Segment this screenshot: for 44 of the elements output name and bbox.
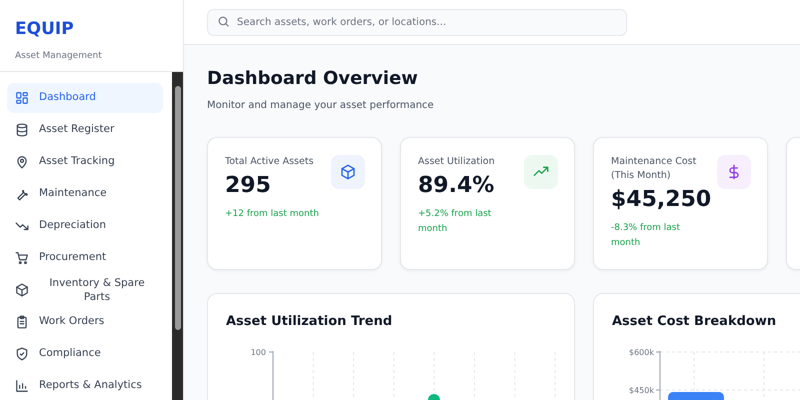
chart-title: Asset Cost Breakdown bbox=[612, 313, 778, 331]
search-icon bbox=[217, 15, 230, 28]
shield-check-icon bbox=[15, 347, 29, 361]
stat-change: +5.2% from last month bbox=[418, 208, 492, 236]
cart-icon bbox=[15, 251, 29, 265]
stat-value: 295 bbox=[225, 173, 271, 199]
wrench-icon bbox=[15, 187, 29, 201]
nav-item[interactable]: Reports & Analytics bbox=[7, 371, 163, 400]
stat-value: $45,250 bbox=[611, 187, 712, 213]
data-point bbox=[428, 394, 440, 400]
page-title: Dashboard Overview bbox=[207, 67, 419, 91]
axis-tick-label: $450k bbox=[629, 386, 654, 394]
stat-change: -8.3% from last month bbox=[611, 222, 682, 250]
nav-item[interactable]: Asset Register bbox=[7, 115, 163, 145]
location-pin-icon bbox=[15, 155, 29, 169]
bar bbox=[668, 392, 724, 400]
brand-logo: EQUIP bbox=[15, 19, 74, 39]
database-icon bbox=[15, 123, 29, 137]
nav-item[interactable]: Work Orders bbox=[7, 307, 163, 337]
y-axis bbox=[656, 350, 660, 400]
stat-value: 89.4% bbox=[418, 173, 494, 199]
package-icon bbox=[15, 283, 29, 297]
grid-icon bbox=[15, 91, 29, 105]
search-field[interactable]: Search assets, work orders, or locations... bbox=[207, 9, 627, 36]
nav-item[interactable]: Dashboard bbox=[7, 83, 163, 113]
axis-tick-label: $600k bbox=[629, 348, 654, 356]
brand-tagline: Asset Management bbox=[15, 50, 102, 63]
stat-label: Asset Utilization bbox=[418, 155, 495, 169]
nav-item[interactable]: Asset Tracking bbox=[7, 147, 163, 177]
stat-change: +12 from last month bbox=[225, 208, 319, 221]
page-subtitle: Monitor and manage your asset performance bbox=[207, 99, 434, 113]
chart-icon bbox=[15, 379, 29, 393]
axis-tick-label: 100 bbox=[250, 348, 266, 356]
nav-item[interactable]: Maintenance bbox=[7, 179, 163, 209]
y-axis bbox=[268, 350, 274, 400]
chart-title: Asset Utilization Trend bbox=[226, 313, 394, 331]
scrollbar[interactable] bbox=[172, 72, 183, 400]
nav-item[interactable]: Depreciation bbox=[7, 211, 163, 241]
nav-item[interactable]: Procurement bbox=[7, 243, 163, 273]
clipboard-icon bbox=[15, 315, 29, 329]
nav-item[interactable]: Inventory & Spare Parts bbox=[7, 275, 163, 305]
stat-label: Total Active Assets bbox=[225, 155, 314, 169]
nav-item[interactable]: Compliance bbox=[7, 339, 163, 369]
stat-label: Maintenance Cost (This Month) bbox=[611, 155, 698, 183]
